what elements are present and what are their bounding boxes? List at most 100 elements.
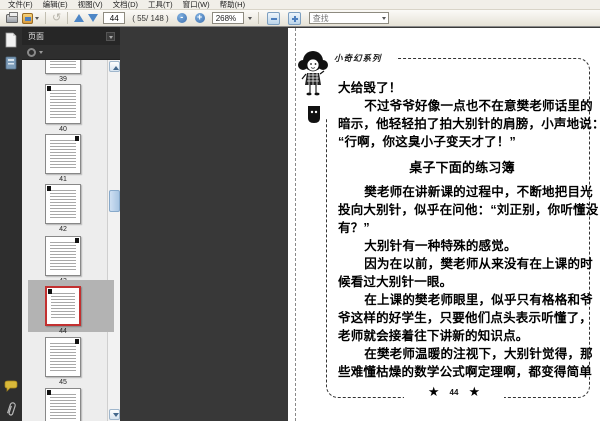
menu-item[interactable]: 帮助(H): [215, 0, 250, 10]
star-icon: ★: [427, 384, 440, 399]
previous-page-button[interactable]: [74, 11, 85, 25]
thumbnail-list: 3940414243444546: [22, 60, 120, 421]
thumbnail-page-number: 42: [59, 226, 67, 233]
zoom-in-icon: +: [194, 13, 205, 23]
menu-item[interactable]: 窗口(W): [178, 0, 215, 10]
thumbnail-figure-marker: [48, 289, 52, 294]
text-line: 暗示，他轻轻拍了拍大别针的肩膀，小声地说：: [338, 117, 600, 131]
zoom-out-icon: -: [176, 13, 187, 23]
pdf-reader-window: 文件(F)编辑(E)视图(V)文档(D)工具(T)窗口(W)帮助(H) ↺ ( …: [0, 0, 600, 421]
page-text: 大给毁了！ 不过爷爷好像一点也不在意樊老师话里的 暗示，他轻轻拍了拍大别针的肩膀，小…: [338, 79, 600, 381]
thumbnail-page-number: 39: [59, 76, 67, 83]
toolbar-separator: [67, 12, 69, 24]
thumbnail-page-number: 41: [59, 176, 67, 183]
comments-panel-button[interactable]: [4, 379, 18, 395]
chevron-down-icon: [381, 16, 386, 20]
thumbnail-page-number: 45: [59, 379, 67, 386]
thumbnail-page-number: 40: [59, 126, 67, 133]
search-input[interactable]: [309, 13, 380, 23]
text-line: “行啊，你这臭小子变天才了！”: [338, 135, 517, 149]
page-number-input[interactable]: [103, 12, 126, 24]
page-thumbnail[interactable]: [45, 134, 81, 174]
zoom-level-select[interactable]: 268%: [211, 12, 244, 24]
pages-panel: 页面 3940414243444546: [22, 27, 120, 421]
chevron-down-icon[interactable]: [39, 50, 43, 54]
print-icon: [6, 11, 18, 23]
gear-icon[interactable]: [27, 47, 36, 57]
toolbar: ↺ ( 55/ 148 ) - + 268%: [0, 10, 600, 27]
menu-item[interactable]: 文件(F): [3, 0, 38, 10]
page-thumbnail[interactable]: [45, 337, 81, 377]
bookmarks-panel-button[interactable]: [4, 55, 18, 71]
document-view[interactable]: 小奇幻系列 大给毁了！ 不过爷爷好像一点也不在意樊老师话里的 暗示，他轻轻拍了拍大别…: [120, 27, 600, 421]
page-thumbnail[interactable]: [45, 60, 81, 74]
panel-options-icon[interactable]: [106, 31, 115, 41]
cartoon-girl-illustration: [296, 50, 330, 136]
page-thumbnail[interactable]: [45, 236, 81, 276]
comment-stamp-icon: [4, 380, 18, 392]
panel-title: 页面: [28, 31, 44, 41]
text-line: 老师就会接着往下讲新的知识点。: [338, 329, 529, 343]
text-line: 因为在以前，樊老师从来没有在上课的时: [364, 257, 593, 271]
text-line: 在樊老师温暖的注视下，大别针觉得，那: [364, 347, 593, 361]
sidebar-scrollbar[interactable]: [107, 60, 120, 421]
page-thumbnail[interactable]: [45, 388, 81, 421]
export-button[interactable]: [22, 11, 39, 25]
chevron-down-icon: [35, 16, 39, 20]
thumbnail-figure-marker: [47, 390, 51, 395]
text-line: 些难懂枯燥的数学公式啊定理啊，都变得简单: [338, 365, 593, 379]
thumbnail-figure-marker: [75, 339, 79, 344]
zoom-out-button[interactable]: -: [175, 11, 189, 25]
undo-icon: ↺: [52, 11, 62, 24]
page-up-icon: [74, 14, 85, 22]
scrollbar-thumb[interactable]: [109, 190, 120, 212]
page-thumbnail[interactable]: [45, 286, 81, 326]
section-heading: 桌子下面的练习簿: [409, 160, 515, 175]
text-line: 爷这样的好学生，只要他们点头表示听懂了，: [338, 311, 593, 325]
export-icon: [22, 12, 33, 24]
text-line: 有？”: [338, 221, 370, 235]
zoom-in-button[interactable]: +: [193, 11, 207, 25]
next-page-button[interactable]: [88, 11, 99, 25]
book-page: 小奇幻系列 大给毁了！ 不过爷爷好像一点也不在意樊老师话里的 暗示，他轻轻拍了拍大别…: [288, 28, 600, 421]
navigation-icon-strip: [0, 27, 22, 421]
page-thumbnail[interactable]: [45, 84, 81, 124]
toolbar-separator: [257, 12, 259, 24]
scroll-down-icon[interactable]: [109, 409, 120, 420]
menu-bar: 文件(F) 编辑(E) 视图(V) 文档(D) 工具(T) 窗口(W) 帮助(H): [0, 0, 600, 10]
attachments-panel-button[interactable]: [4, 400, 18, 416]
menu-item[interactable]: 文档(D): [108, 0, 143, 10]
page-footer: ★ 44 ★: [404, 383, 504, 401]
series-title: 小奇幻系列: [334, 53, 382, 63]
thumbnail-page-number: 44: [59, 328, 67, 335]
bookmarks-icon: [5, 56, 17, 70]
menu-item[interactable]: 编辑(E): [38, 0, 73, 10]
thumbnail-figure-marker: [47, 86, 51, 91]
fit-width-icon: [266, 11, 280, 25]
fit-page-button[interactable]: [286, 11, 303, 25]
text-line: 在上课的樊老师眼里，似乎只有格格和爷: [364, 293, 593, 307]
search-box: [308, 12, 389, 24]
page-number-label: 44: [449, 387, 459, 397]
page-thumbnail[interactable]: [45, 184, 81, 224]
print-button[interactable]: [6, 11, 18, 25]
undo-button[interactable]: ↺: [52, 11, 61, 25]
zoom-dropdown-button[interactable]: [246, 11, 252, 25]
text-line: 候看过大别针一眼。: [338, 275, 453, 289]
pages-icon: [5, 32, 17, 48]
menu-item[interactable]: 工具(T): [143, 0, 178, 10]
page-down-icon: [88, 14, 99, 22]
text-line: 投向大别针，似乎在问他：“刘正别，你听懂没: [338, 203, 599, 217]
pages-panel-button[interactable]: [4, 32, 18, 48]
chevron-down-icon: [247, 16, 252, 20]
scroll-up-icon[interactable]: [109, 61, 120, 72]
paperclip-icon: [6, 402, 16, 416]
fit-width-button[interactable]: [265, 11, 282, 25]
thumbnail-figure-marker: [75, 238, 79, 243]
fit-page-icon: [287, 11, 301, 25]
toolbar-separator: [45, 12, 46, 24]
menu-item[interactable]: 视图(V): [73, 0, 108, 10]
text-line: 不过爷爷好像一点也不在意樊老师话里的: [364, 99, 593, 113]
thumbnail-figure-marker: [75, 136, 79, 141]
thumbnail-figure-marker: [47, 186, 51, 191]
